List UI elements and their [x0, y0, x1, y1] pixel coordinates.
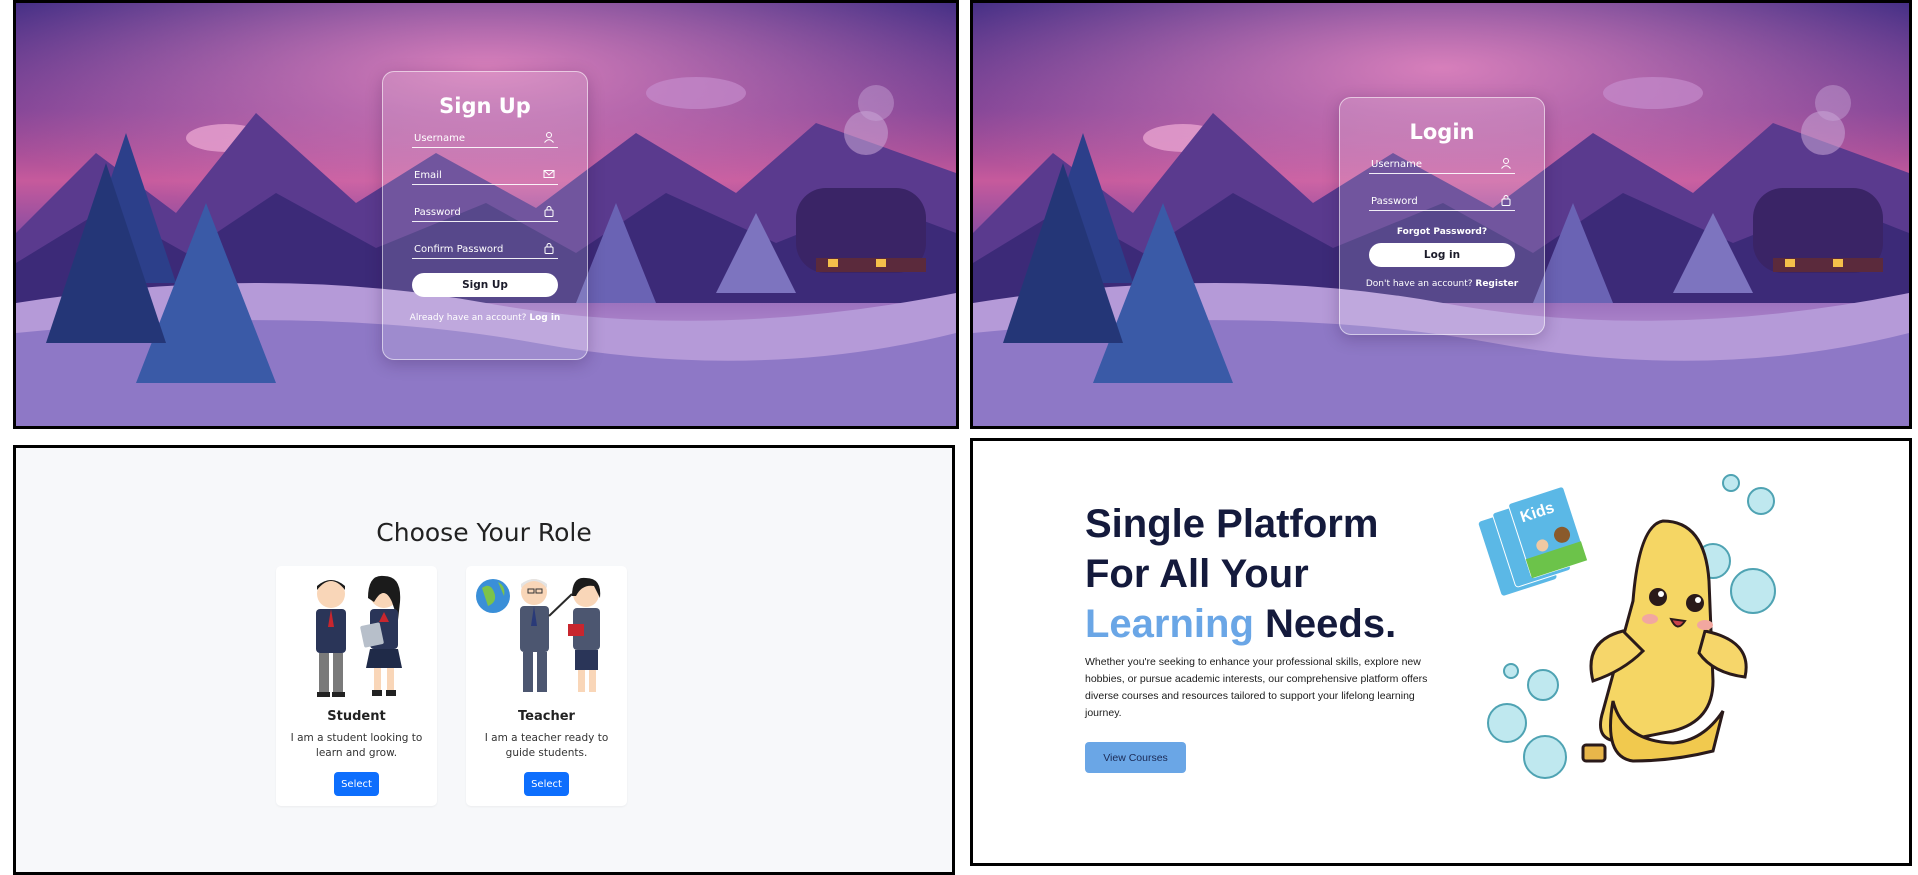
confirm-password-input[interactable] — [414, 244, 536, 255]
lock-icon — [1501, 195, 1511, 206]
bubble — [1523, 735, 1567, 779]
register-link[interactable]: Register — [1475, 279, 1518, 289]
confirm-password-field[interactable] — [412, 231, 558, 259]
bubble — [1487, 703, 1527, 743]
role-name: Student — [327, 709, 386, 724]
bubble — [1503, 663, 1519, 679]
select-student-button[interactable]: Select — [334, 772, 379, 796]
username-input[interactable] — [414, 133, 536, 144]
username-field[interactable] — [1369, 146, 1515, 174]
landing-screen: Single Platform For All Your Learning Ne… — [970, 438, 1912, 866]
username-field[interactable] — [412, 120, 558, 148]
banana-mascot-illustration: Kids — [1478, 474, 1776, 779]
hero-headline: Single Platform For All Your Learning Ne… — [1085, 499, 1396, 649]
password-input[interactable] — [414, 207, 536, 218]
bubble — [1527, 669, 1559, 701]
login-title: Login — [1409, 120, 1475, 144]
signup-footer: Already have an account? Log in — [383, 313, 587, 323]
select-teacher-button[interactable]: Select — [524, 772, 569, 796]
login-footer-text: Don't have an account? — [1365, 279, 1473, 289]
role-description: I am a teacher ready to guide students. — [484, 732, 609, 759]
bubble — [1747, 487, 1775, 515]
lock-icon — [544, 206, 554, 217]
email-input[interactable] — [414, 170, 536, 181]
hero-description: Whether you're seeking to enhance your p… — [1085, 656, 1428, 719]
password-input[interactable] — [1371, 196, 1493, 207]
role-card-student[interactable]: Student I am a student looking to learn … — [276, 566, 437, 806]
login-screen: Login Forgot Password? Log in Don't have… — [970, 0, 1912, 429]
mail-icon — [543, 170, 555, 178]
bubble — [1722, 474, 1740, 492]
signup-button[interactable]: Sign Up — [412, 273, 558, 297]
headline-end: Needs. — [1265, 602, 1397, 646]
forgot-password-link[interactable]: Forgot Password? — [1340, 227, 1544, 237]
password-field[interactable] — [1369, 183, 1515, 211]
lock-icon — [544, 243, 554, 254]
login-footer: Don't have an account? Register — [1340, 279, 1544, 289]
page-title: Choose Your Role — [376, 518, 592, 547]
role-description: I am a student looking to learn and grow… — [290, 732, 423, 759]
role-name: Teacher — [518, 709, 575, 724]
bubble — [1730, 568, 1776, 614]
headline-line-2: For All Your — [1085, 552, 1309, 596]
role-card-teacher[interactable]: Teacher I am a teacher ready to guide st… — [466, 566, 627, 806]
email-field[interactable] — [412, 157, 558, 185]
headline-line-1: Single Platform — [1085, 502, 1379, 546]
signup-title: Sign Up — [439, 94, 531, 118]
teacher-illustration — [476, 577, 601, 692]
username-input[interactable] — [1371, 159, 1493, 170]
headline-accent: Learning — [1085, 602, 1254, 646]
user-icon — [544, 132, 554, 143]
view-courses-button[interactable]: View Courses — [1085, 742, 1186, 773]
headline-line-3: Learning Needs. — [1085, 599, 1396, 649]
login-card: Login Forgot Password? Log in Don't have… — [1339, 97, 1545, 335]
login-button[interactable]: Log in — [1369, 243, 1515, 267]
signup-footer-text: Already have an account? — [409, 313, 527, 323]
student-illustration — [316, 575, 402, 697]
signup-screen: Sign Up Sign Up Already have an account? — [13, 0, 959, 429]
login-link[interactable]: Log in — [529, 313, 560, 323]
signup-card: Sign Up Sign Up Already have an account? — [382, 71, 588, 360]
role-selection-screen: Choose Your Role Student I am a student … — [13, 445, 955, 875]
password-field[interactable] — [412, 194, 558, 222]
user-icon — [1501, 158, 1511, 169]
